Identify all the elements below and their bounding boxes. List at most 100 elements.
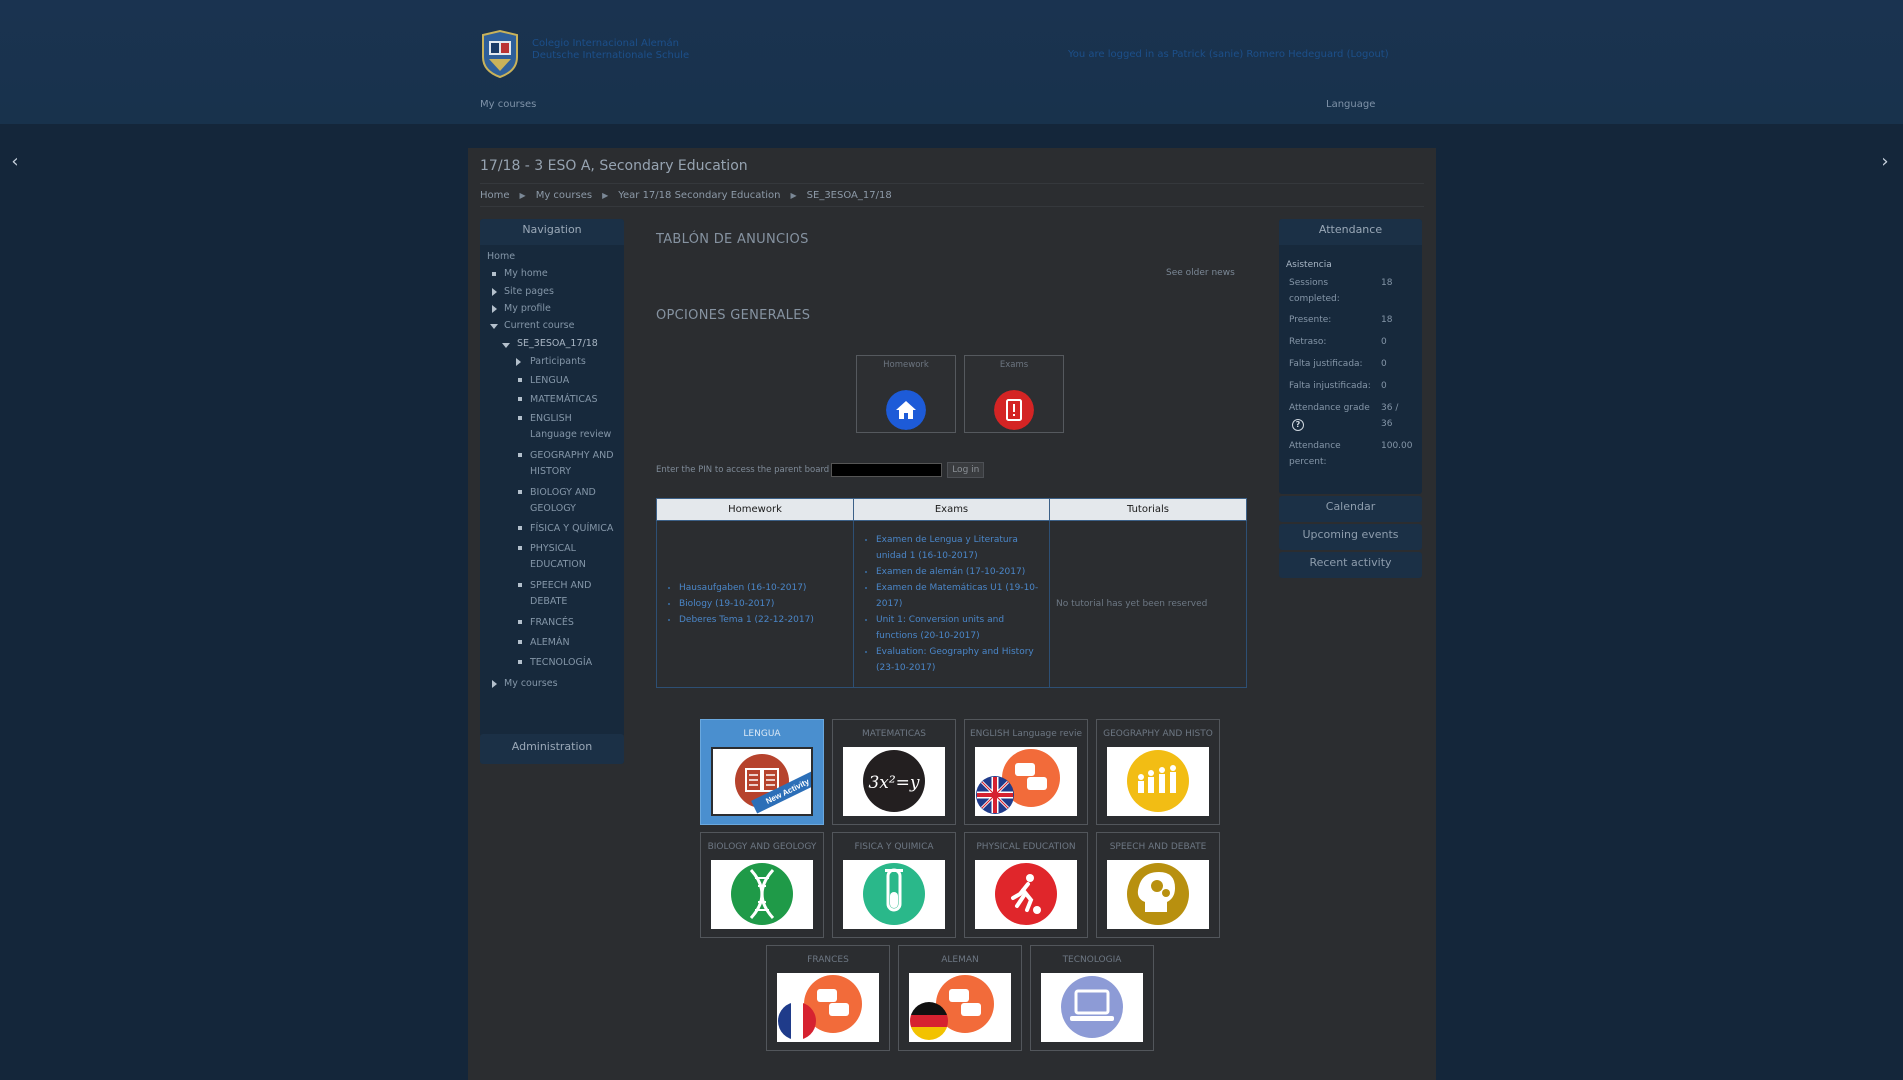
course-tile-physical-education[interactable]: PHYSICAL EDUCATION bbox=[964, 832, 1088, 938]
exam-link[interactable]: Examen de Lengua y Literatura unidad 1 (… bbox=[876, 535, 1018, 561]
course-tile-aleman[interactable]: ALEMÁN bbox=[898, 945, 1022, 1051]
breadcrumb-separator-icon: ▶ bbox=[790, 190, 797, 200]
homework-link[interactable]: Deberes Tema 1 (22-12-2017) bbox=[679, 615, 814, 625]
homework-option[interactable]: Homework bbox=[856, 355, 956, 433]
nav-course-code[interactable]: SE_3ESOA_17/18 bbox=[517, 336, 598, 352]
math-icon: 3x²=y bbox=[863, 750, 925, 812]
page-title: 17/18 - 3 ESO A, Secondary Education bbox=[480, 158, 748, 174]
collapse-arrow-icon[interactable] bbox=[490, 324, 498, 329]
nav-item-matematicas[interactable]: MATEMÁTICAS bbox=[530, 392, 598, 408]
expand-arrow-icon[interactable] bbox=[492, 288, 497, 296]
top-menu-language[interactable]: Language bbox=[1326, 99, 1375, 110]
course-tile-english[interactable]: ENGLISH Language revie bbox=[964, 719, 1088, 825]
nav-home[interactable]: Home bbox=[487, 249, 515, 265]
course-image bbox=[975, 860, 1077, 929]
course-tile-name: ALEMÁN bbox=[941, 955, 979, 965]
exam-link[interactable]: Unit 1: Conversion units and functions (… bbox=[876, 615, 1004, 641]
next-arrow-icon[interactable]: › bbox=[1877, 152, 1893, 172]
course-tile-frances[interactable]: FRANCÉS bbox=[766, 945, 890, 1051]
nav-my-profile[interactable]: My profile bbox=[504, 301, 551, 317]
course-tile-geography[interactable]: GEOGRAPHY AND HISTO bbox=[1096, 719, 1220, 825]
homework-link[interactable]: Hausaufgaben (16-10-2017) bbox=[679, 583, 806, 593]
course-tile-name: ENGLISH Language revie bbox=[969, 729, 1083, 739]
course-tile-tecnologia[interactable]: TECNOLOGÍA bbox=[1030, 945, 1154, 1051]
top-menu-my-courses[interactable]: My courses bbox=[480, 99, 536, 110]
breadcrumb-year[interactable]: Year 17/18 Secondary Education bbox=[618, 190, 780, 201]
course-image: New Activity bbox=[711, 747, 813, 816]
recent-activity-block[interactable]: Recent activity bbox=[1279, 552, 1422, 578]
attendance-block: Attendance Asistencia Sessions completed… bbox=[1279, 219, 1422, 494]
att-label: Attendance grade bbox=[1289, 403, 1370, 413]
course-tile-lengua[interactable]: LENGUA New Activity bbox=[700, 719, 824, 825]
exam-link[interactable]: Examen de Matemáticas U1 (19-10-2017) bbox=[876, 583, 1038, 609]
homework-option-label: Homework bbox=[883, 360, 929, 370]
older-news-link[interactable]: See older news bbox=[1166, 268, 1235, 278]
course-tile-fisica[interactable]: FÍSICA Y QUÍMICA bbox=[832, 832, 956, 938]
no-tutorial-message: No tutorial has yet been reserved bbox=[1056, 599, 1208, 609]
nav-item-biology[interactable]: BIOLOGY AND GEOLOGY bbox=[530, 485, 618, 517]
site-name[interactable]: Colegio Internacional Alemán Deutsche In… bbox=[532, 38, 689, 62]
expand-arrow-icon[interactable] bbox=[492, 305, 497, 313]
breadcrumb-my-courses[interactable]: My courses bbox=[536, 190, 592, 201]
home-icon bbox=[886, 390, 926, 430]
nav-current-course[interactable]: Current course bbox=[504, 318, 574, 334]
attendance-block-title[interactable]: Attendance bbox=[1279, 219, 1422, 245]
att-value: 18 bbox=[1381, 278, 1393, 288]
help-icon[interactable]: ? bbox=[1292, 419, 1304, 431]
nav-my-home[interactable]: My home bbox=[504, 266, 548, 282]
site-name-line1[interactable]: Colegio Internacional Alemán bbox=[532, 38, 689, 50]
previous-arrow-icon[interactable]: ‹ bbox=[7, 152, 23, 172]
breadcrumb-course[interactable]: SE_3ESOA_17/18 bbox=[807, 190, 892, 201]
pin-input[interactable] bbox=[831, 463, 943, 477]
course-tile-name: FÍSICA Y QUÍMICA bbox=[854, 842, 934, 852]
exam-link[interactable]: Examen de alemán (17-10-2017) bbox=[876, 567, 1025, 577]
de-flag-chat-icon bbox=[910, 975, 994, 1040]
bullet-icon bbox=[518, 640, 522, 644]
nav-item-tecnologia[interactable]: TECNOLOGÍA bbox=[530, 655, 592, 671]
att-label: Presente: bbox=[1289, 315, 1332, 325]
bullet-icon bbox=[518, 526, 522, 530]
exam-link[interactable]: Evaluation: Geography and History (23-10… bbox=[876, 647, 1034, 673]
nav-item-lengua[interactable]: LENGUA bbox=[530, 373, 569, 389]
navigation-block-title[interactable]: Navigation bbox=[480, 219, 624, 245]
bullet-icon bbox=[492, 272, 496, 276]
nav-my-courses[interactable]: My courses bbox=[504, 676, 558, 692]
nav-item-fisica[interactable]: FÍSICA Y QUÍMICA bbox=[530, 521, 613, 537]
upcoming-events-block[interactable]: Upcoming events bbox=[1279, 524, 1422, 550]
school-crest-logo[interactable] bbox=[479, 29, 521, 79]
course-tile-matematicas[interactable]: MATEMÁTICAS 3x²=y bbox=[832, 719, 956, 825]
course-image bbox=[777, 973, 879, 1042]
course-tile-biology[interactable]: BIOLOGY AND GEOLOGY bbox=[700, 832, 824, 938]
nav-item-frances[interactable]: FRANCÉS bbox=[530, 615, 574, 631]
nav-item-physical-education[interactable]: PHYSICAL EDUCATION bbox=[530, 541, 610, 573]
nav-participants[interactable]: Participants bbox=[530, 354, 586, 370]
nav-site-pages[interactable]: Site pages bbox=[504, 284, 554, 300]
administration-block-title[interactable]: Administration bbox=[480, 734, 624, 764]
exams-option[interactable]: Exams bbox=[964, 355, 1064, 433]
course-tile-speech[interactable]: SPEECH AND DEBATE bbox=[1096, 832, 1220, 938]
dna-icon bbox=[731, 863, 793, 925]
att-value: 18 bbox=[1381, 315, 1393, 325]
bullet-icon bbox=[518, 620, 522, 624]
test-tube-icon bbox=[863, 863, 925, 925]
homework-link[interactable]: Biology (19-10-2017) bbox=[679, 599, 774, 609]
homework-column-header: Homework bbox=[656, 498, 854, 521]
bullet-icon bbox=[518, 453, 522, 457]
bullet-icon bbox=[518, 546, 522, 550]
nav-item-english[interactable]: ENGLISH Language review bbox=[530, 411, 618, 443]
course-image bbox=[711, 860, 813, 929]
nav-item-aleman[interactable]: ALEMÁN bbox=[530, 635, 570, 651]
login-info[interactable]: You are logged in as Patrick (sanie) Rom… bbox=[1068, 49, 1389, 60]
collapse-arrow-icon[interactable] bbox=[502, 343, 510, 348]
breadcrumb-home[interactable]: Home bbox=[480, 190, 510, 201]
pin-login-button[interactable]: Log in bbox=[947, 462, 985, 478]
nav-item-geography[interactable]: GEOGRAPHY AND HISTORY bbox=[530, 448, 618, 480]
exams-cell: Examen de Lengua y Literatura unidad 1 (… bbox=[853, 520, 1050, 688]
attendance-heading[interactable]: Asistencia bbox=[1286, 257, 1332, 273]
expand-arrow-icon[interactable] bbox=[492, 680, 497, 688]
expand-arrow-icon[interactable] bbox=[516, 358, 521, 366]
calendar-block[interactable]: Calendar bbox=[1279, 496, 1422, 522]
course-tile-name: LENGUA bbox=[743, 729, 781, 739]
site-name-line2[interactable]: Deutsche Internationale Schule bbox=[532, 50, 689, 62]
nav-item-speech[interactable]: SPEECH AND DEBATE bbox=[530, 578, 610, 610]
